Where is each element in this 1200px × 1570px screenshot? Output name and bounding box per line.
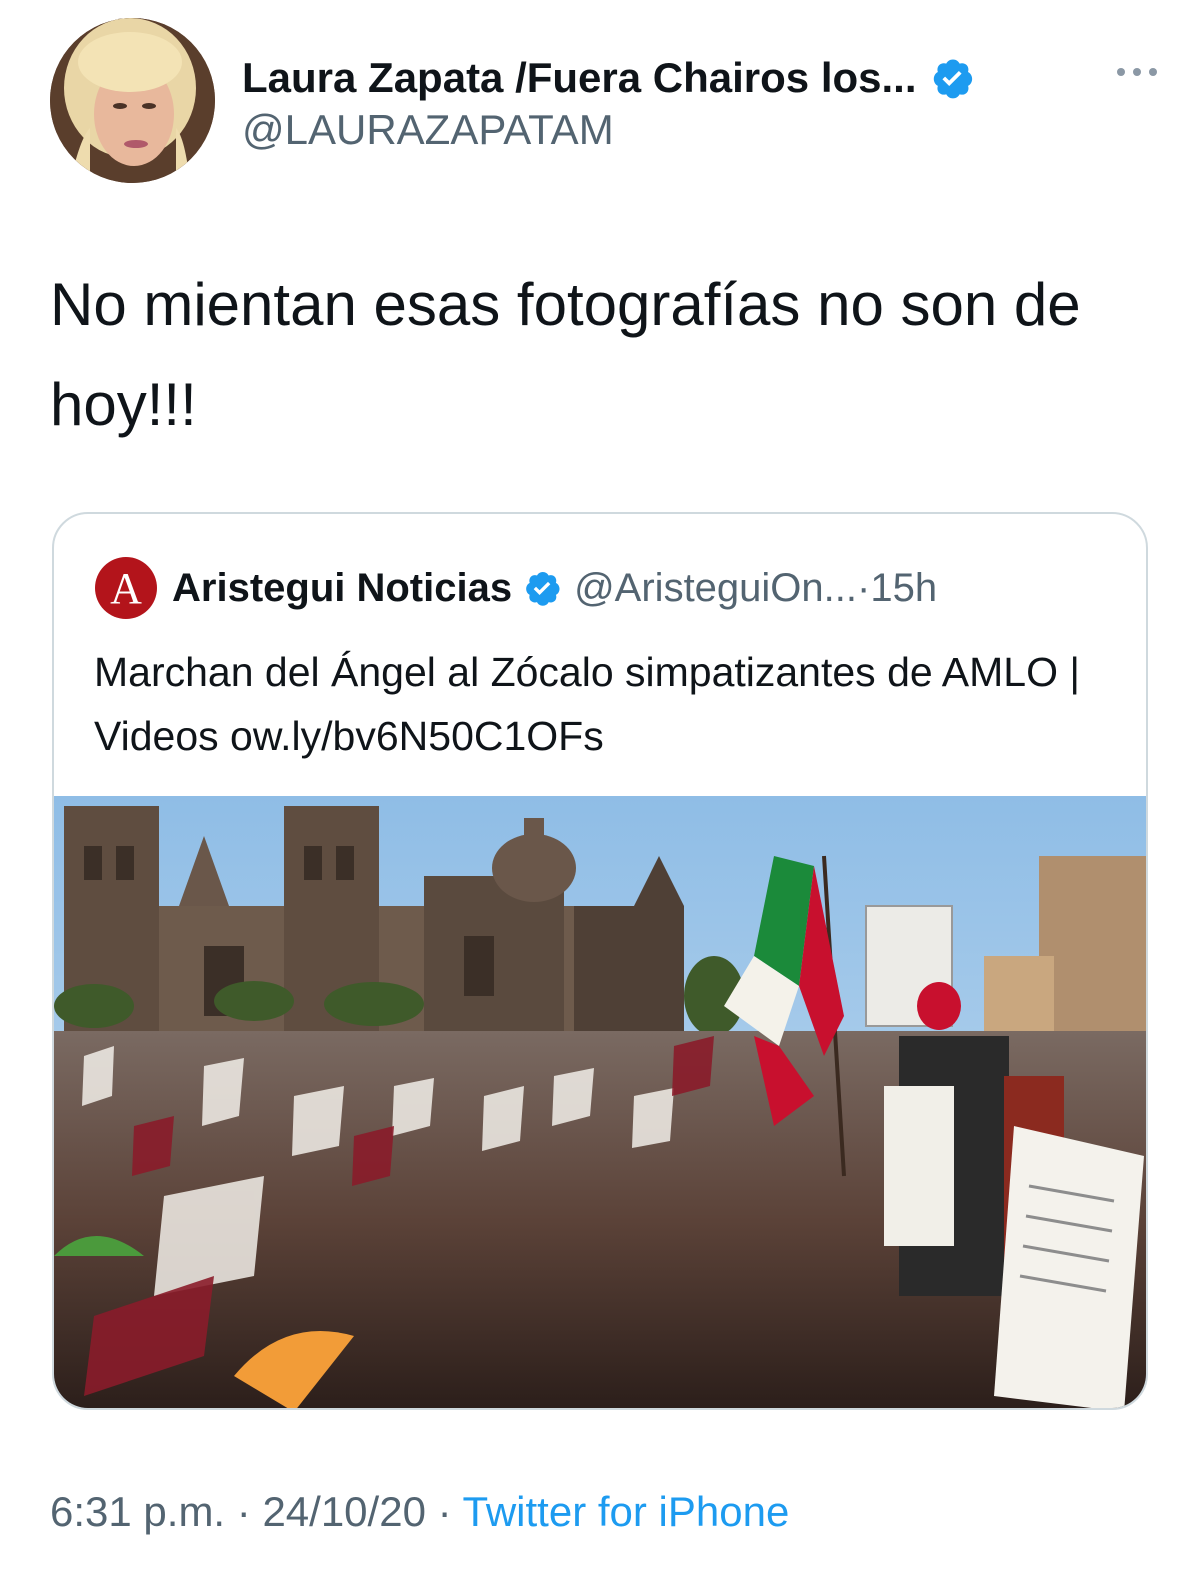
tweet-date[interactable]: 24/10/20: [262, 1488, 426, 1535]
quoted-age: 15h: [870, 565, 938, 610]
tweet-text: No mientan esas fotografías no son de ho…: [50, 271, 1081, 438]
quoted-verified-badge-icon: [526, 571, 560, 606]
quoted-tweet[interactable]: A Aristegui Noticias @AristeguiOn... · 1…: [52, 512, 1148, 1410]
verified-badge-icon: [933, 59, 972, 99]
protest-banner: [994, 1126, 1144, 1408]
luchador-mask: [917, 982, 961, 1030]
zocalo-crowd-photo: [54, 796, 1146, 1408]
author-name-row: Laura Zapata /Fuera Chairos los...: [242, 48, 975, 108]
author-display-name[interactable]: Laura Zapata /Fuera Chairos los...: [242, 54, 917, 102]
author-handle[interactable]: @LAURAZAPATAM: [242, 106, 614, 154]
footer-separator-1: ·: [225, 1488, 263, 1535]
tweet-header: Laura Zapata /Fuera Chairos los... @LAUR…: [50, 18, 1160, 183]
aristegui-logo-icon: A: [95, 557, 157, 619]
quoted-header: A Aristegui Noticias @AristeguiOn... · 1…: [94, 557, 938, 619]
avatar-portrait: [50, 18, 215, 183]
more-options-icon[interactable]: [1114, 62, 1160, 82]
quoted-handle[interactable]: @AristeguiOn...: [574, 566, 857, 611]
aristegui-logo-letter: A: [110, 564, 142, 613]
quoted-photo[interactable]: [54, 796, 1146, 1408]
tweet-source-link[interactable]: Twitter for iPhone: [463, 1488, 790, 1535]
tweet-time[interactable]: 6:31 p.m.: [50, 1488, 225, 1535]
quoted-text: Marchan del Ángel al Zócalo simpatizante…: [94, 649, 1081, 759]
author-avatar[interactable]: [50, 18, 215, 183]
quoted-separator: ·: [857, 565, 871, 610]
footer-separator-2: ·: [425, 1488, 463, 1535]
quoted-display-name[interactable]: Aristegui Noticias: [172, 566, 512, 611]
tweet-footer: 6:31 p.m. · 24/10/20 · Twitter for iPhon…: [50, 1488, 789, 1536]
